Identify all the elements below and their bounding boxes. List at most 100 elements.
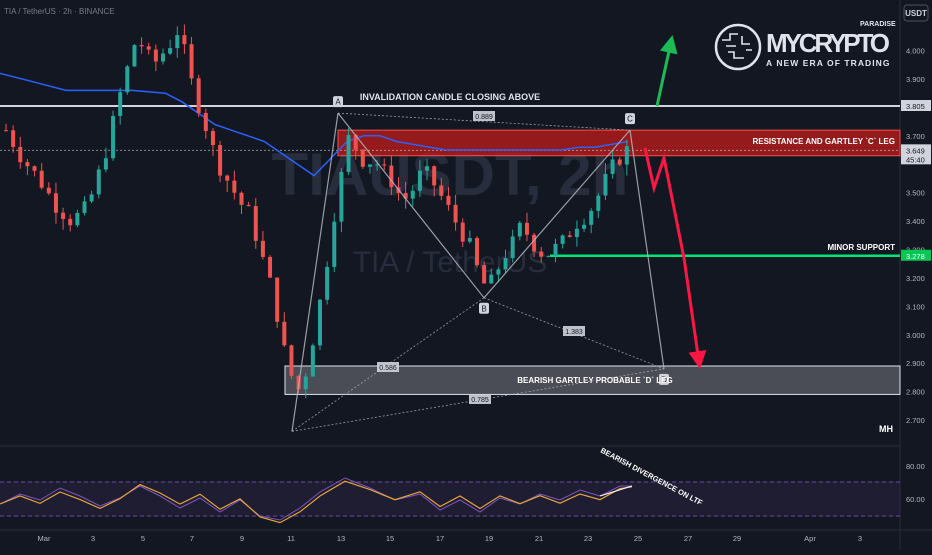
candle [318,298,322,350]
candle-body [18,146,23,163]
candle [310,343,315,377]
candle-body [532,234,537,252]
candle [96,165,101,199]
candle [275,277,280,328]
candle-body [567,235,572,238]
candle-body [389,165,394,188]
candle-body [96,169,101,195]
price-highlight-text: 3.805 [906,102,925,111]
candle-body [425,166,430,171]
candle-body [61,212,66,219]
candle [475,236,479,268]
candle-body [346,135,351,172]
candle-body [46,187,51,194]
candle-body [182,35,187,45]
chart-stage: TIAUSDT, 2h TIA / TetherUS A B C D 0.889 0.58… [0,0,932,550]
candle-body [75,212,80,226]
candle-body [289,345,294,376]
candle-body [482,265,487,284]
candle-body [503,258,508,270]
price-tick: 3.500 [906,189,925,198]
candle-body [460,222,465,242]
candle-body [118,92,123,116]
brand-tag: PARADISE [860,21,896,28]
candle-body [89,194,94,202]
rsi-tick-80: 80.00 [906,462,925,471]
ratio-label: 0.889 [473,111,495,121]
price-chart[interactable]: TIAUSDT, 2h TIA / TetherUS ABCD0.8890.58… [0,0,932,550]
time-tick: 21 [535,534,543,543]
candle-body [439,185,444,196]
brand-tagline: A NEW ERA OF TRADING [766,58,890,68]
symbol-title[interactable]: TIA / TetherUS · 2h · BINANCE [4,7,115,16]
candle-body [553,243,558,256]
candle-body [332,221,337,267]
candle-body [325,266,330,300]
price-tick: 2.700 [906,416,925,425]
candle-body [303,376,308,390]
ratio-text: 0.586 [379,365,397,372]
candle-body [275,277,280,322]
candle [332,213,337,273]
price-tick: 3.200 [906,274,925,283]
candle [325,261,330,305]
gartley-d-label: BEARISH GARTLEY PROBABLE `D` LEG [517,376,672,385]
candle-body [510,236,515,259]
candle-body [103,158,108,170]
candle-body [596,195,601,211]
candle-body [610,159,615,174]
candle-body [318,299,322,346]
candle-body [432,166,437,186]
time-tick: Mar [38,534,51,543]
point-label: A [335,98,341,107]
candle-body [32,166,37,171]
candle-body [417,170,422,191]
candle-body [517,222,522,237]
price-tick: 3.900 [906,75,925,84]
candle-body [153,49,158,62]
candle-body [82,201,87,213]
candle-body [225,175,230,181]
candle-body [582,224,587,229]
watermark-pair: TIA / TetherUS [353,246,548,279]
pattern-point-b: B [479,302,489,314]
candle-body [603,173,608,196]
candle-body [189,44,194,79]
resistance-label: RESISTANCE AND GARTLEY `C` LEG [752,137,895,146]
candle-body [367,164,372,167]
candle-body [589,210,594,225]
candle-body [453,204,458,223]
candle-body [310,345,315,377]
ratio-text: 0.785 [471,397,489,404]
time-tick: 13 [337,534,345,543]
candle-body [467,238,472,242]
time-tick: 11 [287,534,295,543]
pattern-point-a: A [333,96,343,108]
candle-body [253,206,258,241]
ratio-label: 0.586 [377,362,399,372]
candle-body [175,35,180,49]
candle-body [489,274,494,284]
candle-body [210,131,215,146]
price-tick: 3.100 [906,302,925,311]
candle-body [168,48,173,54]
minor-support-label: MINOR SUPPORT [827,243,895,252]
ratio-text: 1.383 [565,329,583,336]
candle-body [282,321,287,346]
candle-body [546,255,551,257]
time-tick: Apr [804,534,816,543]
point-label: C [627,115,633,124]
time-tick: 19 [485,534,493,543]
price-highlight-text: 3.278 [906,252,925,261]
time-axis[interactable]: Mar 3 5 7 9 11 13 15 17 19 21 23 25 27 29 Apr 3 [38,534,863,543]
ratio-text: 0.889 [475,114,493,121]
price-tick: 4.000 [906,47,925,56]
candle-body [203,112,208,132]
price-highlight-text: 3.649 [906,146,925,155]
candle [289,344,294,380]
candle-body [475,238,479,266]
countdown-text: 45:40 [906,155,925,164]
candle-body [39,170,44,188]
price-tick: 3.700 [906,132,925,141]
candle [360,148,365,169]
